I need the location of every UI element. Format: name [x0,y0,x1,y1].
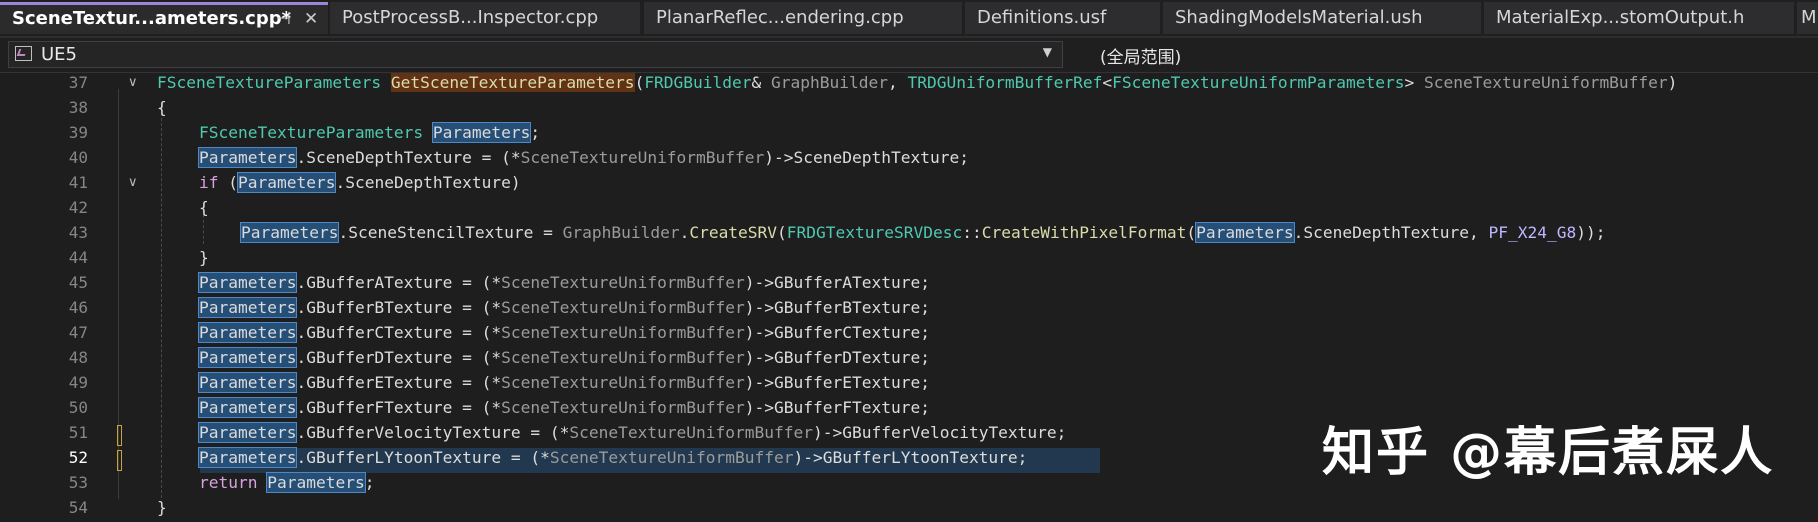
code-line[interactable]: } [157,248,209,267]
line-number: 53 [68,473,88,492]
chevron-down-icon[interactable]: ▼ [1043,45,1052,59]
tab-overflow[interactable]: M [1797,2,1818,34]
reference-highlight: Parameters [197,147,298,168]
code-line[interactable]: { [157,98,167,117]
code-line[interactable]: Parameters.GBufferFTexture = (*SceneText… [157,397,930,418]
reference-highlight: Parameters [197,322,298,343]
reference-highlight: Parameters [197,297,298,318]
line-number: 51 [68,423,88,442]
reference-highlight: Parameters [197,272,298,293]
code-line[interactable]: Parameters.GBufferETexture = (*SceneText… [157,372,930,393]
tab-label: SceneTextur...ameters.cpp* [12,8,292,29]
code-line[interactable]: { [157,198,209,217]
close-icon[interactable]: ✕ [304,5,318,33]
reference-highlight: Parameters [1195,222,1295,243]
code-line[interactable]: } [157,498,167,517]
code-line[interactable]: Parameters.SceneDepthTexture = (*SceneTe… [157,147,969,168]
line-number: 54 [68,498,88,517]
tab-scenetextureparameters-cpp[interactable]: SceneTextur...ameters.cpp* ⊣ ✕ [0,2,328,34]
reference-highlight: Parameters [197,397,298,418]
navigation-bar: UE5 ▼ (全局范围) [0,38,1818,73]
tab-label: ShadingModelsMaterial.ush [1175,7,1423,28]
code-line-current[interactable]: Parameters.GBufferLYtoonTexture = (*Scen… [157,447,1027,468]
line-number: 40 [68,148,88,167]
tab-label: Definitions.usf [977,7,1107,28]
tab-definitions-usf[interactable]: Definitions.usf [965,2,1160,34]
cpp-project-icon [15,46,32,61]
line-number: 49 [68,373,88,392]
tab-planarreflectionrendering-cpp[interactable]: PlanarReflec...endering.cpp [644,2,962,34]
line-number: 45 [68,273,88,292]
line-number: 42 [68,198,88,217]
line-number: 39 [68,123,88,142]
zhihu-watermark: 知乎 @幕后煮屎人 [1322,423,1775,483]
tab-label: MaterialExp...stomOutput.h [1496,7,1745,28]
fold-chevron-icon[interactable]: ∨ [128,175,138,190]
scope-dropdown[interactable]: (全局范围) [1070,41,1818,68]
line-number: 47 [68,323,88,342]
reference-highlight: Parameters [197,372,298,393]
project-label: UE5 [41,44,77,65]
line-number: 41 [68,173,88,192]
reference-highlight: Parameters [197,447,298,468]
change-marker [117,425,122,446]
reference-highlight: Parameters [266,472,366,493]
reference-highlight: Parameters [239,222,340,243]
reference-highlight: Parameters [197,422,298,443]
code-line[interactable]: return Parameters; [157,472,374,493]
code-line[interactable]: Parameters.GBufferVelocityTexture = (*Sc… [157,422,1066,443]
code-line[interactable]: if (Parameters.SceneDepthTexture) [157,172,521,193]
code-line[interactable]: Parameters.GBufferBTexture = (*SceneText… [157,297,930,318]
tab-shadingmodelsmaterial-ush[interactable]: ShadingModelsMaterial.ush [1163,2,1481,34]
scope-label: (全局范围) [1100,48,1182,68]
tab-label: PostProcessB...Inspector.cpp [342,7,599,28]
reference-highlight: Parameters [431,122,532,143]
document-tab-bar: SceneTextur...ameters.cpp* ⊣ ✕ PostProce… [0,0,1818,38]
project-dropdown[interactable]: UE5 ▼ [8,41,1063,68]
line-number: 46 [68,298,88,317]
code-line[interactable]: FSceneTextureParameters GetSceneTextureP… [157,73,1677,92]
tab-label: M [1801,7,1817,28]
line-number: 44 [68,248,88,267]
code-line[interactable]: Parameters.GBufferATexture = (*SceneText… [157,272,930,293]
fold-chevron-icon[interactable]: ∨ [128,75,138,90]
line-number: 37 [68,73,88,92]
line-number: 48 [68,348,88,367]
tab-postprocessbufferinspector-cpp[interactable]: PostProcessB...Inspector.cpp [330,2,640,34]
code-line[interactable]: Parameters.GBufferCTexture = (*SceneText… [157,322,930,343]
function-name-highlighted: GetSceneTextureParameters [390,73,635,92]
type-token: FSceneTextureParameters [157,73,382,92]
code-line[interactable]: Parameters.SceneStencilTexture = GraphBu… [157,222,1606,243]
reference-highlight: Parameters [197,347,298,368]
code-line[interactable]: Parameters.GBufferDTexture = (*SceneText… [157,347,930,368]
pin-icon[interactable]: ⊣ [276,5,291,33]
change-marker [117,450,122,471]
line-number: 43 [68,223,88,242]
reference-highlight: Parameters [236,172,337,193]
code-line[interactable]: FSceneTextureParameters Parameters; [157,122,540,143]
line-number: 50 [68,398,88,417]
line-number-current: 52 [68,448,88,467]
tab-label: PlanarReflec...endering.cpp [656,7,904,28]
line-number: 38 [68,98,88,117]
tab-materialexpressioncustomoutput-h[interactable]: MaterialExp...stomOutput.h [1484,2,1794,34]
